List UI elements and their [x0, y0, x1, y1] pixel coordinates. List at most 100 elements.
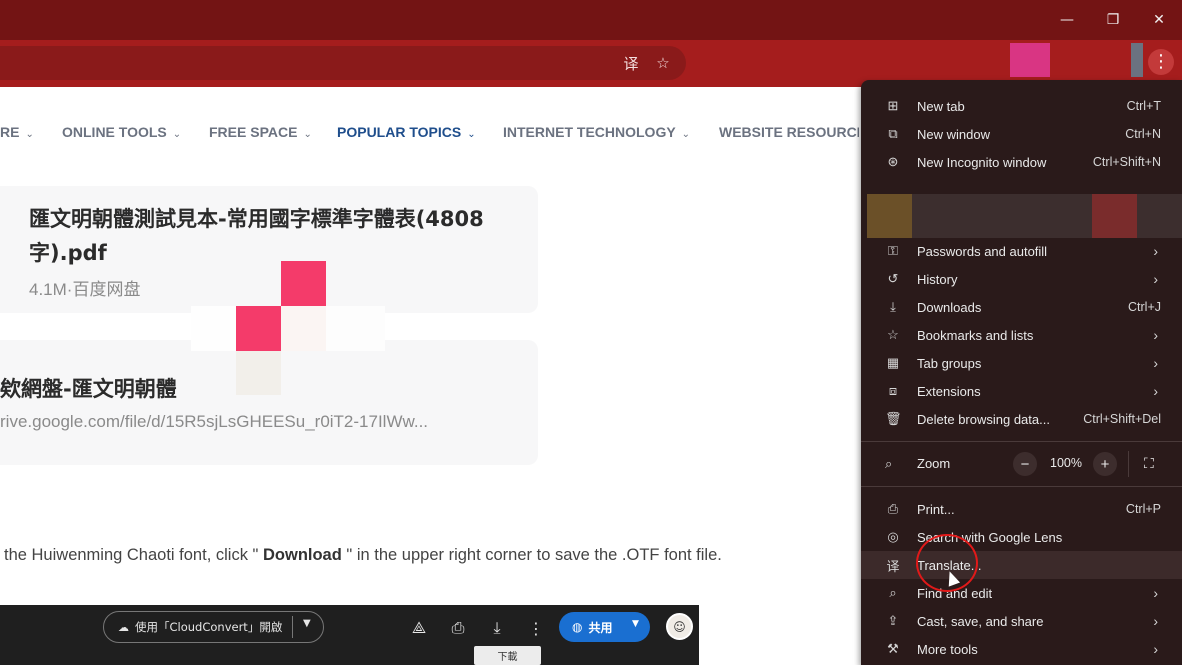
chevron-right-icon: ›: [1153, 585, 1158, 601]
share-label: 共用: [588, 620, 613, 635]
menu-item-translate[interactable]: 译 Translate...: [861, 551, 1182, 579]
drive-preview-toolbar: ☁ 使用「CloudConvert」開啟 ▼ ⟁ ⎙ ⤓ ⋮ ◍ 共用 ▼ ☺: [0, 605, 699, 665]
menu-item-google-lens[interactable]: ◎ Search with Google Lens: [861, 523, 1182, 551]
paragraph-text: the Huiwenming Chaoti font, click ": [4, 546, 263, 564]
pixel-block: [191, 306, 236, 351]
chevron-down-icon: ⌄: [681, 129, 691, 140]
menu-label: Bookmarks and lists: [917, 327, 1034, 343]
tab-groups-icon: ▦: [886, 355, 900, 370]
menu-shortcut: Ctrl+J: [1128, 300, 1161, 314]
address-bar[interactable]: 译 ☆: [0, 46, 686, 80]
download-icon[interactable]: ⤓: [486, 617, 508, 639]
restore-button[interactable]: ❐: [1090, 6, 1136, 34]
menu-label: Delete browsing data...: [917, 411, 1050, 427]
nav-item-website-resources[interactable]: WEBSITE RESOURCES: [719, 124, 859, 140]
chevron-right-icon: ›: [1153, 355, 1158, 371]
paragraph-bold: Download: [262, 546, 342, 564]
nav-label: INTERNET TECHNOLOGY: [503, 124, 676, 140]
close-icon: ✕: [1153, 12, 1165, 28]
pixel-block: [281, 306, 326, 351]
add-to-drive-icon[interactable]: ⟁: [408, 617, 430, 639]
menu-item-find-and-edit[interactable]: ⌕ Find and edit ›: [861, 579, 1182, 607]
browser-main-menu: ⊞ New tab Ctrl+T ⧉ New window Ctrl+N ⊛ New In…: [861, 80, 1182, 665]
chevron-right-icon: ›: [1153, 641, 1158, 657]
nav-item-popular-topics[interactable]: POPULAR TOPICS ⌄: [337, 124, 476, 140]
bookmark-star-icon[interactable]: ☆: [652, 52, 674, 74]
avatar-face-icon: ☺: [673, 619, 686, 634]
menu-item-delete-browsing-data[interactable]: 🗑 Delete browsing data... Ctrl+Shift+Del: [861, 405, 1182, 433]
chevron-down-icon: ⌄: [303, 129, 312, 140]
nav-label: WEBSITE RESOURCES: [719, 124, 859, 140]
menu-divider: [861, 486, 1182, 487]
dropdown-arrow-icon[interactable]: ▼: [303, 618, 311, 629]
minus-icon: −: [1020, 455, 1030, 473]
find-icon: ⌕: [889, 585, 897, 600]
menu-item-print[interactable]: ⎙ Print... Ctrl+P: [861, 495, 1182, 523]
browser-menu-button[interactable]: ⋮: [1148, 49, 1174, 75]
nav-item-free-space[interactable]: FREE SPACE ⌄: [209, 124, 312, 140]
chevron-down-icon: ⌄: [467, 129, 476, 140]
trash-icon: 🗑: [885, 411, 902, 426]
card-title: 匯文明朝體測試見本-常用國字標準字體表(4808 字).pdf: [29, 202, 484, 270]
menu-item-new-tab[interactable]: ⊞ New tab Ctrl+T: [861, 92, 1182, 120]
share-button[interactable]: ◍ 共用 ▼: [559, 612, 650, 642]
profile-badge: [1092, 194, 1137, 238]
card-subtitle: 4.1M·百度网盘: [29, 280, 141, 299]
zoom-out-button[interactable]: −: [1013, 452, 1037, 476]
menu-item-new-incognito[interactable]: ⊛ New Incognito window Ctrl+Shift+N: [861, 148, 1182, 176]
extension-icon[interactable]: [1010, 43, 1050, 77]
zoom-level: 100%: [1050, 456, 1082, 470]
menu-item-history[interactable]: ↺ History ›: [861, 265, 1182, 293]
pixel-block: [236, 351, 281, 395]
nav-item-re[interactable]: RE ⌄: [0, 124, 34, 140]
key-icon: ⚿: [888, 243, 898, 258]
chevron-down-icon: ⌄: [25, 129, 34, 140]
plus-icon: +: [1100, 455, 1110, 473]
incognito-icon: ⊛: [887, 154, 899, 169]
profile-chip[interactable]: [1131, 43, 1143, 77]
menu-item-extensions[interactable]: ⧈ Extensions ›: [861, 377, 1182, 405]
more-options-icon[interactable]: ⋮: [525, 617, 547, 639]
menu-item-bookmarks[interactable]: ☆ Bookmarks and lists ›: [861, 321, 1182, 349]
menu-item-cast-save-share[interactable]: ⇪ Cast, save, and share ›: [861, 607, 1182, 635]
menu-shortcut: Ctrl+N: [1125, 127, 1161, 141]
nav-item-online-tools[interactable]: ONLINE TOOLS ⌄: [62, 124, 181, 140]
chevron-right-icon: ›: [1153, 613, 1158, 629]
menu-item-new-window[interactable]: ⧉ New window Ctrl+N: [861, 120, 1182, 148]
menu-label: More tools: [917, 641, 978, 657]
menu-label: Extensions: [917, 383, 981, 399]
zoom-in-button[interactable]: +: [1093, 452, 1117, 476]
menu-shortcut: Ctrl+P: [1125, 502, 1161, 516]
zoom-divider: [1128, 451, 1129, 477]
pixel-block: [281, 261, 326, 306]
menu-item-more-tools[interactable]: ⚒ More tools ›: [861, 635, 1182, 663]
fullscreen-icon[interactable]: ⛶: [1144, 455, 1154, 472]
restore-icon: ❐: [1106, 12, 1120, 28]
menu-item-tab-groups[interactable]: ▦ Tab groups ›: [861, 349, 1182, 377]
instruction-paragraph: the Huiwenming Chaoti font, click " Down…: [4, 546, 722, 565]
translate-icon: 译: [886, 558, 900, 574]
menu-item-downloads[interactable]: ⤓ Downloads Ctrl+J: [861, 293, 1182, 321]
nav-item-internet-technology[interactable]: INTERNET TECHNOLOGY ⌄: [503, 124, 690, 140]
chevron-right-icon: ›: [1153, 271, 1158, 287]
translate-page-icon[interactable]: 译: [620, 52, 642, 74]
profile-avatar: [867, 194, 912, 238]
menu-shortcut: Ctrl+Shift+N: [1092, 155, 1161, 169]
chevron-down-icon: ⌄: [172, 129, 182, 140]
new-tab-icon: ⊞: [887, 98, 899, 113]
menu-label: Cast, save, and share: [917, 613, 1044, 629]
print-icon[interactable]: ⎙: [447, 617, 469, 639]
avatar[interactable]: ☺: [666, 613, 693, 640]
close-window-button[interactable]: ✕: [1136, 6, 1182, 34]
profile-row[interactable]: [867, 194, 1182, 238]
download-tooltip: 下載: [474, 646, 541, 665]
dropdown-arrow-icon[interactable]: ▼: [632, 619, 639, 629]
chevron-right-icon: ›: [1153, 243, 1158, 259]
chevron-right-icon: ›: [1153, 383, 1158, 399]
open-with-cloudconvert-button[interactable]: ☁ 使用「CloudConvert」開啟 ▼: [103, 611, 324, 643]
print-icon: ⎙: [887, 501, 899, 516]
download-card-baidu[interactable]: 匯文明朝體測試見本-常用國字標準字體表(4808 字).pdf 4.1M·百度网…: [0, 186, 538, 313]
menu-label: Tab groups: [917, 355, 982, 371]
menu-item-passwords[interactable]: ⚿ Passwords and autofill ›: [861, 237, 1182, 265]
minimize-button[interactable]: —: [1044, 6, 1090, 34]
